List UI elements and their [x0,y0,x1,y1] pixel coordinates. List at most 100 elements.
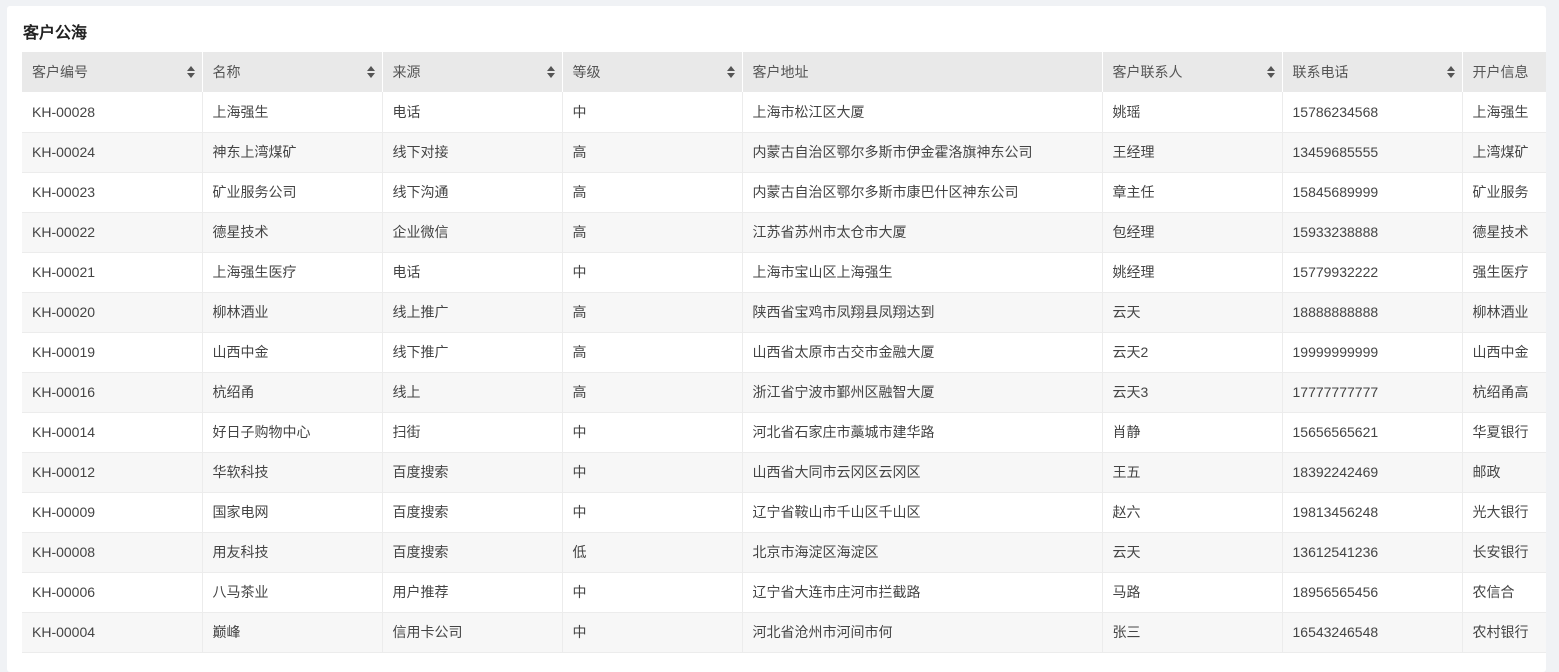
cell-address: 上海市松江区大厦 [742,92,1103,133]
cell-phone: 13612541236 [1282,532,1463,573]
cell-level: 高 [562,372,743,413]
cell-account-info: 光大银行 [1462,492,1546,533]
cell-account-info: 强生医疗 [1462,252,1546,293]
cell-level: 中 [562,252,743,293]
cell-address: 内蒙古自治区鄂尔多斯市伊金霍洛旗神东公司 [742,132,1103,173]
table-row[interactable]: KH-00022 德星技术 企业微信高江苏省苏州市太仓市大厦 包经理 159332388… [22,212,1546,253]
cell-source: 用户推荐 [382,572,563,613]
cell-contact: 肖静 [1102,412,1283,453]
cell-name: 华软科技 [202,452,383,493]
cell-source: 企业微信 [382,212,563,253]
cell-contact: 王经理 [1102,132,1283,173]
column-header-label: 等级 [572,64,601,80]
cell-account-info: 华夏银行 [1462,412,1546,453]
table-row[interactable]: KH-00021 上海强生医疗 电话中上海市宝山区上海强生 姚经理 1577993222… [22,252,1546,293]
cell-level: 高 [562,212,743,253]
cell-address: 上海市宝山区上海强生 [742,252,1103,293]
cell-source: 扫街 [382,412,563,453]
cell-customer-id: KH-00009 [22,492,203,533]
column-header-name[interactable]: 名称 [202,52,383,92]
sort-icon[interactable] [546,65,556,79]
table-row[interactable]: KH-00006 八马茶业 用户推荐中辽宁省大连市庄河市拦截路 马路 189565654… [22,572,1546,613]
column-header-customer-id[interactable]: 客户编号 [22,52,203,92]
cell-source: 线上推广 [382,292,563,333]
cell-level: 中 [562,412,743,453]
cell-customer-id: KH-00019 [22,332,203,373]
table-row[interactable]: KH-00004 巅峰 信用卡公司中河北省沧州市河间市何 张三 16543246548 农… [22,612,1546,653]
sort-icon[interactable] [1266,65,1276,79]
cell-source: 线上 [382,372,563,413]
cell-phone: 15779932222 [1282,252,1463,293]
table-row[interactable]: KH-00012 华软科技 百度搜索中山西省大同市云冈区云冈区 王五 183922424… [22,452,1546,493]
table-row[interactable]: KH-00014 好日子购物中心 扫街中河北省石家庄市藁城市建华路 肖静 1565656… [22,412,1546,453]
cell-level: 高 [562,132,743,173]
table-row[interactable]: KH-00016 杭绍甬 线上高浙江省宁波市鄞州区融智大厦 云天3 1777777777… [22,372,1546,413]
cell-name: 上海强生 [202,92,383,133]
cell-phone: 15786234568 [1282,92,1463,133]
table-row[interactable]: KH-00020 柳林酒业 线上推广高陕西省宝鸡市凤翔县凤翔达到 云天 18888888… [22,292,1546,333]
cell-customer-id: KH-00008 [22,532,203,573]
cell-level: 中 [562,92,743,133]
column-header-level[interactable]: 等级 [562,52,743,92]
cell-account-info: 上海强生 [1462,92,1546,133]
column-header-source[interactable]: 来源 [382,52,563,92]
cell-phone: 18888888888 [1282,292,1463,333]
cell-source: 百度搜索 [382,452,563,493]
table-row[interactable]: KH-00028 上海强生 电话中上海市松江区大厦 姚瑶 15786234568 上海强生 [22,92,1546,133]
cell-contact: 云天3 [1102,372,1283,413]
cell-address: 河北省石家庄市藁城市建华路 [742,412,1103,453]
table-header-row: 客户编号 名称 来源 等级 客户地址 客户联系人 联系电话 开户信息 [22,52,1546,92]
table-row[interactable]: KH-00009 国家电网 百度搜索中辽宁省鞍山市千山区千山区 赵六 198134562… [22,492,1546,533]
column-header-account-info: 开户信息 [1462,52,1546,92]
cell-name: 山西中金 [202,332,383,373]
cell-address: 山西省太原市古交市金融大厦 [742,332,1103,373]
column-header-contact[interactable]: 客户联系人 [1102,52,1283,92]
cell-name: 八马茶业 [202,572,383,613]
cell-phone: 15845689999 [1282,172,1463,213]
cell-source: 线下推广 [382,332,563,373]
table-body: KH-00028 上海强生 电话中上海市松江区大厦 姚瑶 15786234568 上海强生… [22,92,1546,653]
cell-customer-id: KH-00014 [22,412,203,453]
cell-name: 柳林酒业 [202,292,383,333]
table-row[interactable]: KH-00023 矿业服务公司 线下沟通高内蒙古自治区鄂尔多斯市康巴什区神东公司 章主… [22,172,1546,213]
customer-pool-panel: 客户公海 客户编号 名称 来源 等级 客户地址 客户联系人 联系电话 开户信息 KH-0002… [7,6,1546,672]
cell-customer-id: KH-00021 [22,252,203,293]
cell-source: 百度搜索 [382,492,563,533]
cell-name: 上海强生医疗 [202,252,383,293]
table-row[interactable]: KH-00008 用友科技 百度搜索低北京市海淀区海淀区 云天 13612541236 长… [22,532,1546,573]
sort-icon[interactable] [1446,65,1456,79]
customer-table-container[interactable]: 客户编号 名称 来源 等级 客户地址 客户联系人 联系电话 开户信息 KH-00028 上海强生… [22,52,1546,672]
cell-name: 巅峰 [202,612,383,653]
cell-contact: 姚瑶 [1102,92,1283,133]
cell-customer-id: KH-00023 [22,172,203,213]
column-header-label: 来源 [392,64,421,80]
cell-contact: 包经理 [1102,212,1283,253]
cell-source: 百度搜索 [382,532,563,573]
cell-level: 低 [562,532,743,573]
cell-level: 高 [562,332,743,373]
cell-customer-id: KH-00022 [22,212,203,253]
column-header-phone[interactable]: 联系电话 [1282,52,1463,92]
sort-icon[interactable] [186,65,196,79]
table-row[interactable]: KH-00024 神东上湾煤矿 线下对接高内蒙古自治区鄂尔多斯市伊金霍洛旗神东公司王… [22,132,1546,173]
table-row[interactable]: KH-00019 山西中金 线下推广高山西省太原市古交市金融大厦 云天2 1999999… [22,332,1546,373]
cell-source: 电话 [382,252,563,293]
sort-icon[interactable] [366,65,376,79]
cell-contact: 马路 [1102,572,1283,613]
sort-icon[interactable] [726,65,736,79]
cell-phone: 18392242469 [1282,452,1463,493]
column-header-label: 名称 [212,64,241,80]
cell-customer-id: KH-00028 [22,92,203,133]
cell-account-info: 农村银行 [1462,612,1546,653]
cell-contact: 章主任 [1102,172,1283,213]
cell-phone: 13459685555 [1282,132,1463,173]
cell-name: 用友科技 [202,532,383,573]
cell-customer-id: KH-00004 [22,612,203,653]
cell-source: 信用卡公司 [382,612,563,653]
cell-name: 国家电网 [202,492,383,533]
cell-customer-id: KH-00024 [22,132,203,173]
cell-level: 高 [562,292,743,333]
column-header-address: 客户地址 [742,52,1103,92]
cell-phone: 17777777777 [1282,372,1463,413]
cell-phone: 15656565621 [1282,412,1463,453]
